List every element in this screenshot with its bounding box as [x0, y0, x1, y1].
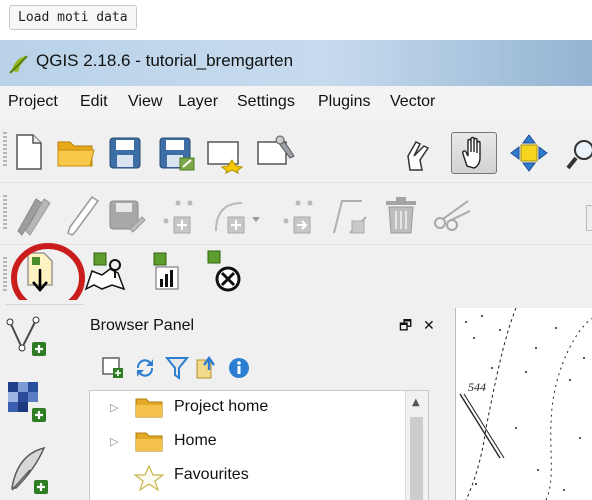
save-as-icon[interactable]	[158, 136, 196, 172]
pan-hand-icon	[462, 136, 481, 169]
menu-vector[interactable]: Vector	[390, 93, 435, 111]
tree-item-project-home[interactable]: ▷ Project home	[90, 393, 410, 423]
menu-view[interactable]: View	[128, 93, 162, 111]
star-icon	[134, 465, 164, 491]
new-project-icon[interactable]	[14, 134, 44, 170]
expand-arrow-icon[interactable]: ▷	[110, 435, 118, 448]
float-panel-icon[interactable]: 🗗	[399, 317, 412, 335]
cut-features-icon[interactable]	[432, 197, 472, 233]
node-tool-icon[interactable]	[330, 197, 368, 237]
scroll-thumb[interactable]	[410, 417, 423, 500]
add-vector-layer-icon[interactable]	[6, 314, 50, 358]
digitizing-toolbar	[0, 182, 592, 245]
close-panel-icon[interactable]: ✕	[423, 317, 435, 335]
tooltip: Load moti data	[9, 5, 137, 30]
properties-icon[interactable]	[227, 356, 251, 380]
add-circular-string-icon[interactable]	[212, 197, 264, 235]
folder-icon	[135, 432, 163, 452]
manage-layers-toolbar	[0, 300, 86, 500]
toolbar-grip[interactable]	[3, 195, 7, 231]
folder-icon	[135, 398, 163, 418]
panel-title: Browser Panel	[90, 317, 195, 334]
moti-map-icon[interactable]	[84, 251, 128, 291]
menu-bar: Project Edit View Layer Settings Plugins…	[0, 86, 592, 121]
pan-button[interactable]	[451, 132, 497, 174]
scroll-up-icon[interactable]: ▲	[412, 397, 420, 408]
move-feature-icon[interactable]	[280, 197, 318, 235]
toolbar-separator	[6, 304, 84, 305]
toolbar-grip[interactable]	[3, 257, 7, 293]
composer-manager-icon[interactable]	[256, 134, 296, 172]
touch-zoom-icon[interactable]	[402, 134, 434, 172]
menu-edit[interactable]: Edit	[80, 93, 108, 111]
pan-to-selection-icon[interactable]	[510, 134, 548, 172]
add-delimited-text-icon[interactable]	[8, 444, 52, 498]
moti-stats-icon[interactable]	[150, 251, 182, 293]
toolbar-grip[interactable]	[3, 132, 7, 168]
tree-item-label: Project home	[174, 398, 269, 415]
moti-remove-icon[interactable]	[204, 249, 244, 293]
delete-selected-icon[interactable]	[384, 195, 418, 235]
map-canvas[interactable]: 544	[455, 308, 592, 500]
toggle-editing-icon[interactable]	[66, 195, 100, 237]
window-title: QGIS 2.18.6 - tutorial_bremgarten	[36, 51, 294, 70]
menu-plugins[interactable]: Plugins	[318, 93, 370, 111]
toolbar-overflow[interactable]	[586, 205, 592, 231]
tree-item-label: Favourites	[174, 466, 249, 483]
moti-plugin-toolbar	[0, 244, 592, 301]
browser-tree: ▷ Project home ▷ Home Favourites ▲	[89, 390, 429, 500]
menu-project[interactable]: Project	[8, 93, 58, 111]
collapse-all-icon[interactable]	[195, 356, 219, 380]
browser-toolbar	[87, 348, 445, 384]
browser-panel: Browser Panel 🗗 ✕ ▷ Project home ▷ Home …	[87, 308, 445, 500]
map-drawing	[459, 308, 592, 500]
tree-item-label: Home	[174, 432, 217, 449]
add-feature-icon[interactable]	[160, 197, 198, 235]
add-selected-icon[interactable]	[101, 356, 125, 380]
title-bar: QGIS 2.18.6 - tutorial_bremgarten	[0, 40, 592, 86]
tree-item-home[interactable]: ▷ Home	[90, 427, 410, 457]
qgis-logo-icon	[9, 55, 28, 74]
save-project-icon[interactable]	[108, 136, 142, 170]
expand-arrow-icon[interactable]: ▷	[110, 401, 118, 414]
menu-settings[interactable]: Settings	[237, 93, 295, 111]
project-toolbar	[0, 120, 592, 182]
save-edits-icon[interactable]	[108, 199, 146, 235]
tree-item-favourites[interactable]: Favourites	[90, 461, 410, 491]
open-project-icon[interactable]	[56, 138, 96, 168]
filter-icon[interactable]	[165, 356, 189, 380]
tooltip-text: Load moti data	[18, 10, 128, 25]
zoom-in-icon[interactable]	[566, 138, 592, 172]
menu-layer[interactable]: Layer	[178, 93, 218, 111]
new-print-composer-icon[interactable]	[206, 136, 246, 174]
refresh-icon[interactable]	[133, 356, 157, 380]
add-raster-layer-icon[interactable]	[6, 380, 50, 424]
current-edits-icon[interactable]	[14, 195, 54, 237]
qgis-window: QGIS 2.18.6 - tutorial_bremgarten Projec…	[0, 40, 592, 500]
elevation-label: 544	[468, 380, 486, 394]
tree-scrollbar[interactable]: ▲	[405, 391, 428, 500]
